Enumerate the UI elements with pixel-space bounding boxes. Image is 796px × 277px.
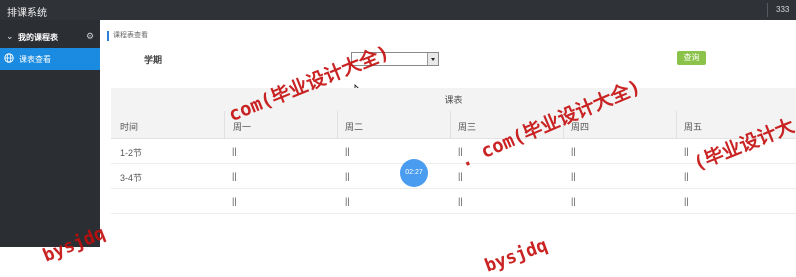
header-time: 时间 (120, 122, 139, 132)
table-cell: || (458, 146, 463, 156)
table-row: 3-4节 || || || || || (111, 164, 796, 189)
table-cell: || (345, 196, 350, 206)
sidebar-item-schedule-view[interactable]: 课表查看 (0, 48, 100, 70)
header-thursday: 周四 (571, 122, 590, 132)
table-cell: || (458, 196, 463, 206)
app-title: 排课系统 (7, 8, 47, 19)
column-divider (224, 111, 225, 139)
timer-badge[interactable]: 02:27 (400, 159, 428, 187)
header-friday: 周五 (684, 122, 703, 132)
top-bar-divider (767, 3, 768, 17)
term-select[interactable] (351, 52, 439, 66)
table-row: 1-2节 || || || || || (111, 139, 796, 164)
user-menu[interactable]: 333 (776, 5, 789, 14)
table-row: || || || || || (111, 189, 796, 214)
schedule-table: 课表 时间 周一 周二 周三 周四 周五 1-2节 || || || || ||… (111, 88, 796, 247)
header-monday: 周一 (233, 122, 252, 132)
table-cell: || (458, 171, 463, 181)
table-cell: || (232, 196, 237, 206)
globe-icon (4, 53, 14, 63)
sidebar-group-my-schedule[interactable]: ⌄ 我的课程表 ⚙ (0, 30, 100, 47)
query-button[interactable]: 查询 (677, 51, 706, 65)
chevron-down-icon: ⌄ (6, 31, 14, 41)
breadcrumb: 课程表查看 (107, 31, 148, 41)
dropdown-arrow-icon[interactable] (427, 53, 438, 65)
sidebar: ⌄ 我的课程表 ⚙ 课表查看 (0, 20, 100, 247)
table-header-row: 时间 周一 周二 周三 周四 周五 (111, 111, 796, 139)
header-tuesday: 周二 (345, 122, 364, 132)
table-cell: || (232, 171, 237, 181)
gear-icon[interactable]: ⚙ (86, 31, 94, 42)
sidebar-item-label: 课表查看 (19, 55, 51, 64)
column-divider (337, 111, 338, 139)
term-label: 学期 (144, 55, 163, 65)
table-cell: || (345, 146, 350, 156)
table-caption: 课表 (111, 88, 796, 111)
column-divider (563, 111, 564, 139)
column-divider (450, 111, 451, 139)
table-cell: || (684, 146, 689, 156)
row-time: 1-2节 (120, 148, 143, 158)
header-wednesday: 周三 (458, 122, 477, 132)
table-cell: || (684, 196, 689, 206)
table-cell: || (571, 146, 576, 156)
table-cell: || (684, 171, 689, 181)
table-cell: || (345, 171, 350, 181)
main-content: 课程表查看 学期 查询 课表 时间 周一 周二 周三 周四 周五 1-2节 ||… (100, 20, 796, 247)
sidebar-group-label: 我的课程表 (18, 33, 58, 42)
column-divider (676, 111, 677, 139)
table-cell: || (571, 196, 576, 206)
table-cell: || (232, 146, 237, 156)
row-time: 3-4节 (120, 173, 143, 183)
table-cell: || (571, 171, 576, 181)
top-bar: 排课系统 333 (0, 0, 796, 20)
